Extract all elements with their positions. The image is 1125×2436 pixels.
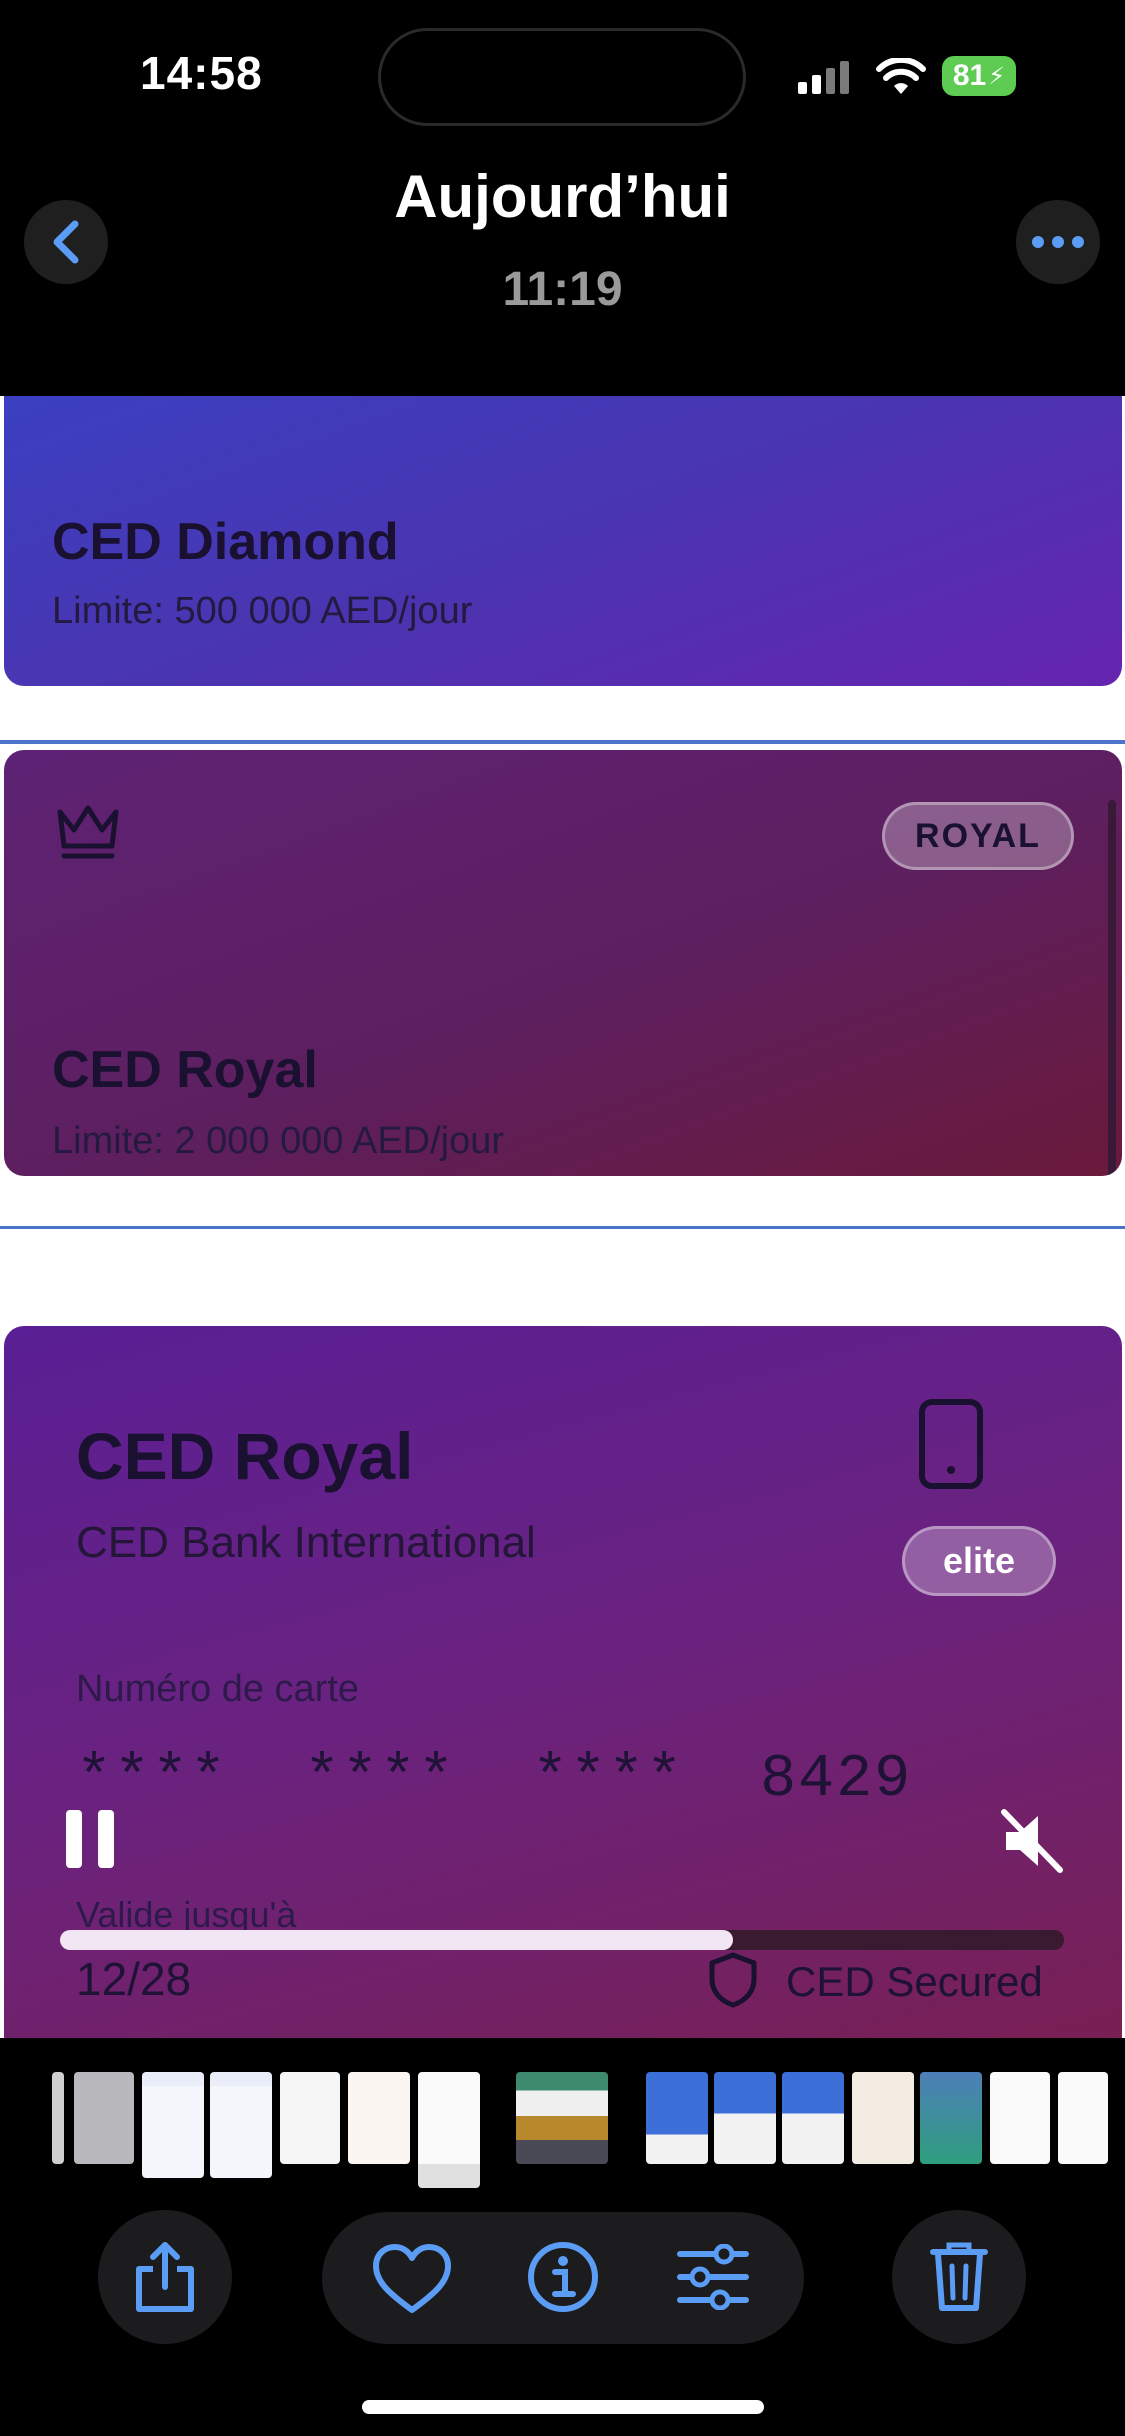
thumbnail[interactable]	[1058, 2072, 1108, 2164]
card-title: CED Royal	[52, 1041, 318, 1099]
thumbnail[interactable]	[714, 2072, 776, 2164]
card-limit: Limite: 2 000 000 AED/jour	[52, 1120, 505, 1162]
battery-level: 81	[952, 59, 987, 92]
thumbnail[interactable]	[920, 2072, 982, 2164]
charging-bolt-icon: ⚡	[988, 62, 1006, 90]
thumbnail[interactable]	[52, 2072, 64, 2164]
info-icon	[528, 2242, 598, 2312]
home-indicator[interactable]	[362, 2400, 764, 2414]
thumbnail[interactable]	[990, 2072, 1050, 2164]
crown-icon	[57, 805, 119, 859]
speaker-muted-icon	[1001, 1809, 1063, 1873]
thumbnail[interactable]	[782, 2072, 844, 2164]
thumbnail[interactable]	[280, 2072, 340, 2164]
header-subtitle: 11:19	[502, 263, 623, 316]
signal-icon	[798, 61, 849, 94]
mute-button[interactable]	[998, 1806, 1068, 1876]
more-button[interactable]	[1016, 200, 1100, 284]
photo-content: CED Diamond Limite: 500 000 AED/jour ROY…	[0, 396, 1125, 2038]
status-time: 14:58	[140, 47, 263, 99]
thumbnail-current[interactable]	[516, 2072, 608, 2164]
card-diamond[interactable]: CED Diamond Limite: 500 000 AED/jour	[4, 396, 1122, 686]
card-number: **** **** **** 8429	[76, 1746, 913, 1814]
thumbnail[interactable]	[74, 2072, 134, 2164]
scrollbar[interactable]	[1108, 800, 1116, 1176]
expiry-date: 12/28	[76, 1953, 192, 2005]
adjust-button[interactable]	[676, 2243, 750, 2311]
ellipsis-icon	[1032, 236, 1084, 248]
favorite-button[interactable]	[370, 2242, 454, 2316]
battery-indicator: 81 ⚡	[942, 56, 1016, 96]
detail-card-title: CED Royal	[76, 1419, 414, 1493]
card-limit: Limite: 500 000 AED/jour	[52, 590, 473, 632]
thumbnail[interactable]	[418, 2072, 480, 2188]
share-button[interactable]	[98, 2210, 232, 2344]
wifi-icon	[876, 58, 926, 94]
royal-badge: ROYAL	[882, 802, 1074, 870]
delete-button[interactable]	[892, 2210, 1026, 2344]
video-progress-fill	[60, 1930, 733, 1950]
shield-icon	[709, 1952, 757, 2008]
elite-badge: elite	[902, 1526, 1056, 1596]
sliders-icon	[677, 2243, 749, 2311]
thumbnail[interactable]	[852, 2072, 914, 2164]
divider	[0, 1226, 1125, 1229]
header-title: Aujourd’hui	[394, 163, 731, 230]
card-title: CED Diamond	[52, 513, 399, 571]
card-royal[interactable]: ROYAL CED Royal Limite: 2 000 000 AED/jo…	[4, 750, 1122, 1176]
heart-icon	[373, 2244, 451, 2313]
thumbnail[interactable]	[348, 2072, 410, 2164]
card-number-label: Numéro de carte	[76, 1668, 360, 1710]
pause-button[interactable]	[62, 1806, 120, 1872]
dynamic-island	[378, 28, 746, 126]
thumbnail[interactable]	[210, 2072, 272, 2178]
bank-name: CED Bank International	[76, 1518, 536, 1567]
divider	[0, 740, 1125, 744]
share-icon	[136, 2242, 194, 2312]
thumbnail-filmstrip[interactable]	[0, 2058, 1125, 2188]
trash-icon	[930, 2242, 988, 2311]
thumbnail[interactable]	[142, 2072, 204, 2178]
thumbnail[interactable]	[646, 2072, 708, 2164]
info-button[interactable]	[526, 2240, 600, 2314]
pause-icon	[66, 1810, 114, 1868]
secured-label: CED Secured	[786, 1958, 1043, 2005]
phone-icon	[919, 1399, 983, 1489]
